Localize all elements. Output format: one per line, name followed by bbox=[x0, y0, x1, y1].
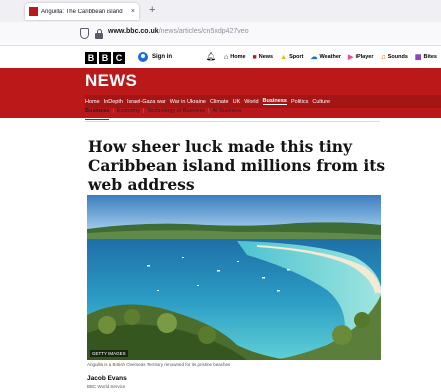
sounds-icon: ♫ bbox=[380, 53, 386, 61]
subnav-separator: | bbox=[142, 108, 145, 114]
sign-in-link[interactable]: Sign in bbox=[138, 52, 172, 62]
news-nav-world[interactable]: World bbox=[244, 99, 258, 105]
tab-title: Anguilla: The Caribbean island bbox=[41, 8, 123, 15]
subnav-ai-business[interactable]: AI Business bbox=[213, 108, 242, 120]
nav-item-home[interactable]: ⌂ Home bbox=[224, 53, 246, 61]
bbc-masthead: B B C Sign in 🔔︎ ⌂ Home ■ News ▲ Sport ☁ Wea… bbox=[0, 46, 441, 68]
author-organisation: BBC World Service bbox=[87, 384, 126, 389]
notification-bell-icon[interactable]: 🔔︎ bbox=[206, 52, 216, 61]
browser-tab[interactable]: Anguilla: The Caribbean island × bbox=[25, 3, 139, 20]
address-bar[interactable]: www.bbc.co.uk/news/articles/cn5xdp427veo bbox=[0, 22, 441, 46]
image-credit: GETTY IMAGES bbox=[90, 350, 128, 357]
iplayer-icon: ▶ bbox=[348, 54, 354, 61]
nav-item-iplayer[interactable]: ▶ iPlayer bbox=[348, 53, 373, 61]
news-nav-home[interactable]: Home bbox=[85, 99, 100, 105]
news-nav-politics[interactable]: Politics bbox=[291, 99, 308, 105]
subnav-technology-of-business[interactable]: Technology of Business bbox=[147, 108, 205, 120]
news-section-nav: Home InDepth Israel-Gaza war War in Ukra… bbox=[85, 95, 441, 108]
bbc-services-nav: ⌂ Home ■ News ▲ Sport ☁ Weather ▶ iPlayer ♫ So… bbox=[224, 53, 437, 62]
article-hero-image: GETTY IMAGES bbox=[87, 195, 381, 360]
tracking-protection-shield-icon[interactable] bbox=[80, 28, 89, 39]
news-nav-israel-gaza[interactable]: Israel-Gaza war bbox=[127, 99, 166, 105]
news-nav-uk[interactable]: UK bbox=[233, 99, 241, 105]
news-nav-ukraine[interactable]: War in Ukraine bbox=[170, 99, 206, 105]
browser-tab-bar: Anguilla: The Caribbean island × + bbox=[0, 0, 441, 22]
home-icon: ⌂ bbox=[224, 53, 229, 61]
image-caption: Anguilla is a British Overseas Territory… bbox=[87, 362, 231, 367]
bites-icon: ▦ bbox=[414, 54, 422, 61]
news-icon: ■ bbox=[252, 53, 257, 61]
subnav-separator: | bbox=[208, 108, 210, 114]
weather-icon: ☁ bbox=[310, 54, 318, 61]
business-subnav: Business | Economy | Technology of Busin… bbox=[85, 108, 242, 120]
nav-item-news[interactable]: ■ News bbox=[253, 53, 274, 61]
bbc-logo[interactable]: B B C bbox=[85, 52, 125, 64]
nav-item-weather[interactable]: ☁ Weather bbox=[310, 53, 341, 61]
article-headline: How sheer luck made this tiny Caribbean … bbox=[88, 137, 386, 194]
nav-item-bites[interactable]: ▦ Bites bbox=[415, 53, 437, 61]
subnav-divider bbox=[85, 121, 380, 122]
nav-item-sport[interactable]: ▲ Sport bbox=[280, 53, 303, 61]
sport-icon: ▲ bbox=[280, 53, 288, 61]
subnav-business[interactable]: Business bbox=[85, 108, 110, 120]
news-title[interactable]: NEWS bbox=[85, 71, 137, 91]
news-nav-climate[interactable]: Climate bbox=[210, 99, 229, 105]
lock-icon[interactable] bbox=[95, 29, 103, 39]
nav-item-sounds[interactable]: ♫ Sounds bbox=[380, 53, 407, 61]
anguilla-bay-illustration bbox=[87, 195, 381, 360]
close-tab-icon[interactable]: × bbox=[131, 8, 135, 15]
user-account-icon bbox=[138, 52, 148, 62]
sign-in-label: Sign in bbox=[152, 54, 172, 60]
news-nav-business[interactable]: Business bbox=[262, 98, 287, 105]
new-tab-button[interactable]: + bbox=[149, 4, 155, 16]
subnav-separator: | bbox=[112, 108, 114, 114]
news-nav-indepth[interactable]: InDepth bbox=[104, 99, 123, 105]
bbc-favicon-icon bbox=[29, 7, 38, 16]
news-nav-culture[interactable]: Culture bbox=[312, 99, 330, 105]
url-text[interactable]: www.bbc.co.uk/news/articles/cn5xdp427veo bbox=[108, 28, 249, 35]
subnav-economy[interactable]: Economy bbox=[117, 108, 140, 120]
author-name[interactable]: Jacob Evans bbox=[87, 375, 127, 382]
